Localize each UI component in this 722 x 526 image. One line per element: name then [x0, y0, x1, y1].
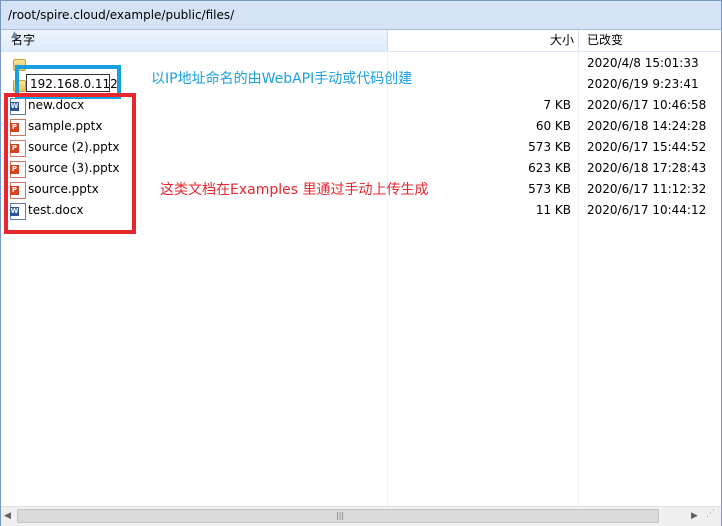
annotation-note-red: 这类文档在Examples 里通过手动上传生成 — [160, 182, 429, 198]
file-size: 573 KB — [528, 140, 571, 154]
sort-ascending-icon: ▲ — [11, 30, 18, 40]
resize-grip-icon[interactable]: ⋰ — [706, 509, 715, 519]
column-size-label: 大小 — [549, 33, 574, 47]
file-date: 2020/6/17 10:46:58 — [587, 98, 707, 112]
file-date: 2020/4/8 15:01:33 — [587, 56, 699, 70]
scroll-right-icon[interactable]: ▶ — [691, 511, 698, 521]
file-browser-window: /root/spire.cloud/example/public/files/ … — [0, 0, 722, 526]
horizontal-scrollbar[interactable]: ◀ ||| ▶ — [1, 506, 721, 526]
file-date: 2020/6/17 15:44:52 — [587, 140, 707, 154]
path-text: /root/spire.cloud/example/public/files/ — [8, 8, 235, 22]
file-size: 11 KB — [535, 203, 571, 217]
column-header-name[interactable]: 名字 ▲ — [1, 30, 388, 51]
file-size: 623 KB — [528, 161, 571, 175]
file-size: 60 KB — [535, 119, 571, 133]
scrollbar-thumb[interactable]: ||| — [17, 509, 659, 523]
column-header-date[interactable]: 已改变 — [579, 30, 721, 51]
annotation-note-blue: 以IP地址命名的由WebAPI手动或代码创建 — [151, 71, 413, 87]
file-date: 2020/6/17 11:12:32 — [587, 182, 707, 196]
file-date: 2020/6/19 9:23:41 — [587, 77, 699, 91]
path-bar[interactable]: /root/spire.cloud/example/public/files/ — [1, 1, 721, 30]
file-size: 7 KB — [543, 98, 571, 112]
column-date-label: 已改变 — [587, 33, 624, 47]
file-size: 573 KB — [528, 182, 571, 196]
grip-icon: ||| — [336, 511, 345, 520]
column-header-size[interactable]: 大小 — [388, 30, 579, 51]
scroll-left-icon[interactable]: ◀ — [4, 511, 11, 521]
file-date: 2020/6/18 14:24:28 — [587, 119, 707, 133]
annotation-box-red — [4, 93, 136, 234]
column-header: 名字 ▲ 大小 已改变 — [1, 30, 721, 52]
file-date: 2020/6/17 10:44:12 — [587, 203, 707, 217]
file-date: 2020/6/18 17:28:43 — [587, 161, 707, 175]
